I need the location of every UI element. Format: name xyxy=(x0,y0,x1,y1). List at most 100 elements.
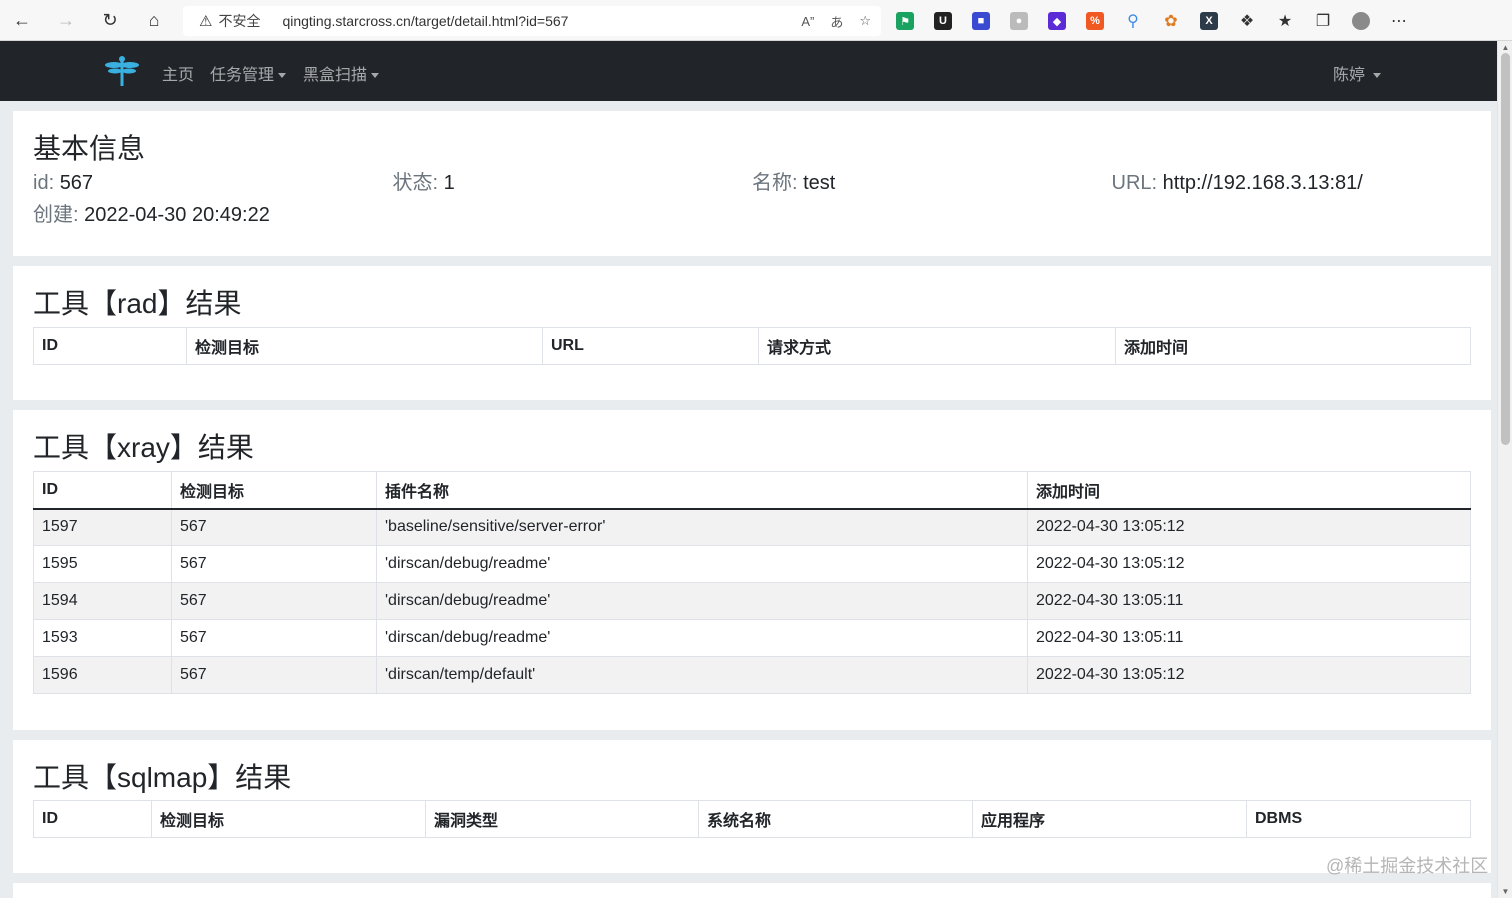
profile-avatar-icon[interactable] xyxy=(1352,12,1370,30)
row-time: 2022-04-30 13:05:12 xyxy=(1027,508,1471,546)
row-plugin: 'dirscan/debug/readme' xyxy=(376,545,1028,583)
created-value: 2022-04-30 20:49:22 xyxy=(84,204,270,226)
row-plugin: 'dirscan/debug/readme' xyxy=(376,619,1028,657)
rad-title: 工具【rad】结果 xyxy=(33,288,242,319)
collections-icon[interactable]: ❐ xyxy=(1314,12,1332,30)
column-header: 插件名称 xyxy=(376,471,1028,510)
user-menu-dropdown[interactable]: 陈婷 xyxy=(1333,61,1382,85)
caret-down-icon xyxy=(371,73,380,79)
table-row[interactable]: 1597 567 'baseline/sensitive/server-erro… xyxy=(33,508,1471,546)
extensions-bar: ⚑ U ■ ● ◆ % ⚲ ✿ X ❖ ★ ❐ ⋯ xyxy=(896,6,1408,36)
extensions-puzzle-icon[interactable]: ❖ xyxy=(1238,12,1256,30)
extension-blue-icon[interactable]: ■ xyxy=(972,12,990,30)
address-bar[interactable]: ⚠ 不安全 qingting.starcross.cn/target/detai… xyxy=(183,6,881,36)
column-header: URL xyxy=(542,327,759,365)
extension-shield-icon[interactable]: ● xyxy=(1010,12,1028,30)
sqlmap-title: 工具【sqlmap】结果 xyxy=(33,762,292,793)
caret-down-icon xyxy=(1373,73,1382,79)
watermark: @稀土掘金技术社区 xyxy=(1326,856,1489,876)
translate-icon[interactable]: あ xyxy=(830,12,843,31)
column-header: ID xyxy=(33,800,152,838)
table-row[interactable]: 1593 567 'dirscan/debug/readme' 2022-04-… xyxy=(33,619,1471,657)
row-target: 567 xyxy=(171,545,377,583)
row-target: 567 xyxy=(171,582,377,620)
row-id: 1595 xyxy=(33,545,172,583)
row-id: 1597 xyxy=(33,508,172,546)
nav-blackbox-dropdown[interactable]: 黑盒扫描 xyxy=(303,61,380,85)
extension-orange-icon[interactable]: % xyxy=(1086,12,1104,30)
name-label: 名称: xyxy=(752,172,798,194)
extension-fox-icon[interactable]: ✿ xyxy=(1162,12,1180,30)
info-row: 创建: 2022-04-30 20:49:22 xyxy=(33,199,1471,231)
table-row[interactable]: 1595 567 'dirscan/debug/readme' 2022-04-… xyxy=(33,545,1471,583)
table-row[interactable]: 1596 567 'dirscan/temp/default' 2022-04-… xyxy=(33,656,1471,694)
app-navbar: 主页 任务管理 黑盒扫描 陈婷 xyxy=(0,41,1497,101)
home-icon[interactable]: ⌂ xyxy=(132,0,176,41)
table-header-row: ID 检测目标 插件名称 添加时间 xyxy=(33,471,1471,510)
rad-table: ID 检测目标 URL 请求方式 添加时间 xyxy=(33,327,1471,365)
info-created: 创建: 2022-04-30 20:49:22 xyxy=(33,199,633,231)
column-header: 系统名称 xyxy=(698,800,973,838)
table-header-row: ID 检测目标 漏洞类型 系统名称 应用程序 DBMS xyxy=(33,800,1471,838)
insecure-label: 不安全 xyxy=(218,13,261,29)
info-id: id: 567 xyxy=(33,167,393,199)
favorite-add-icon[interactable]: ☆ xyxy=(859,13,871,29)
status-label: 状态: xyxy=(392,172,439,194)
id-label: id: xyxy=(33,172,55,194)
info-url: URL: http://192.168.3.13:81/ xyxy=(1112,167,1472,199)
extension-purple-icon[interactable]: ◆ xyxy=(1048,12,1066,30)
back-icon[interactable]: ← xyxy=(0,0,44,41)
status-value: 1 xyxy=(443,172,455,194)
extension-u-icon[interactable]: U xyxy=(934,12,952,30)
url-label: URL: xyxy=(1111,172,1158,194)
next-card xyxy=(13,883,1491,898)
row-time: 2022-04-30 13:05:11 xyxy=(1027,582,1471,620)
page-scrollbar[interactable]: ▲ ▼ xyxy=(1497,41,1512,898)
xray-results-card: 工具【xray】结果 ID 检测目标 插件名称 添加时间 1597 567 'b… xyxy=(13,410,1491,730)
url-text[interactable]: qingting.starcross.cn/target/detail.html… xyxy=(282,13,568,29)
row-id: 1594 xyxy=(33,582,172,620)
nav-home-link[interactable]: 主页 xyxy=(162,61,194,85)
column-header: 检测目标 xyxy=(151,800,426,838)
row-time: 2022-04-30 13:05:12 xyxy=(1027,545,1471,583)
extension-green-icon[interactable]: ⚑ xyxy=(896,12,914,30)
refresh-icon[interactable]: ↻ xyxy=(88,0,132,41)
xray-title: 工具【xray】结果 xyxy=(33,432,254,463)
scrollbar-thumb[interactable] xyxy=(1501,53,1510,445)
column-header: DBMS xyxy=(1246,800,1471,838)
extension-pin-icon[interactable]: ⚲ xyxy=(1124,12,1142,30)
forward-icon[interactable]: → xyxy=(44,0,88,41)
info-status: 状态: 1 xyxy=(393,167,753,199)
basic-info-title: 基本信息 xyxy=(33,133,146,164)
more-menu-icon[interactable]: ⋯ xyxy=(1390,12,1408,30)
table-row[interactable]: 1594 567 'dirscan/debug/readme' 2022-04-… xyxy=(33,582,1471,620)
column-header: 请求方式 xyxy=(758,327,1116,365)
basic-info-card: 基本信息 id: 567 状态: 1 名称: test URL: http://… xyxy=(13,111,1491,256)
row-id: 1596 xyxy=(33,656,172,694)
url-value: http://192.168.3.13:81/ xyxy=(1162,172,1363,194)
nav-tasks-dropdown[interactable]: 任务管理 xyxy=(210,61,287,85)
column-header: 检测目标 xyxy=(171,471,377,510)
column-header: ID xyxy=(33,471,172,510)
extension-x-icon[interactable]: X xyxy=(1200,12,1218,30)
row-time: 2022-04-30 13:05:11 xyxy=(1027,619,1471,657)
row-target: 567 xyxy=(171,619,377,657)
column-header: 应用程序 xyxy=(972,800,1247,838)
scroll-up-icon[interactable]: ▲ xyxy=(1501,43,1510,52)
column-header: 添加时间 xyxy=(1115,327,1471,365)
row-plugin: 'baseline/sensitive/server-error' xyxy=(376,508,1028,546)
browser-toolbar: ← → ↻ ⌂ ⚠ 不安全 qingting.starcross.cn/targ… xyxy=(0,0,1512,41)
nav-blackbox-label: 黑盒扫描 xyxy=(303,67,368,84)
dragonfly-logo-icon[interactable] xyxy=(104,55,140,87)
sqlmap-results-card: 工具【sqlmap】结果 ID 检测目标 漏洞类型 系统名称 应用程序 DBMS xyxy=(13,740,1491,873)
row-id: 1593 xyxy=(33,619,172,657)
scroll-down-icon[interactable]: ▼ xyxy=(1501,887,1510,896)
row-target: 567 xyxy=(171,656,377,694)
favorites-icon[interactable]: ★ xyxy=(1276,12,1294,30)
read-aloud-icon[interactable]: A” xyxy=(801,14,814,29)
column-header: 漏洞类型 xyxy=(425,800,699,838)
rad-results-card: 工具【rad】结果 ID 检测目标 URL 请求方式 添加时间 xyxy=(13,266,1491,400)
column-header: ID xyxy=(33,327,187,365)
info-name: 名称: test xyxy=(752,167,1112,199)
created-label: 创建: xyxy=(33,204,79,226)
